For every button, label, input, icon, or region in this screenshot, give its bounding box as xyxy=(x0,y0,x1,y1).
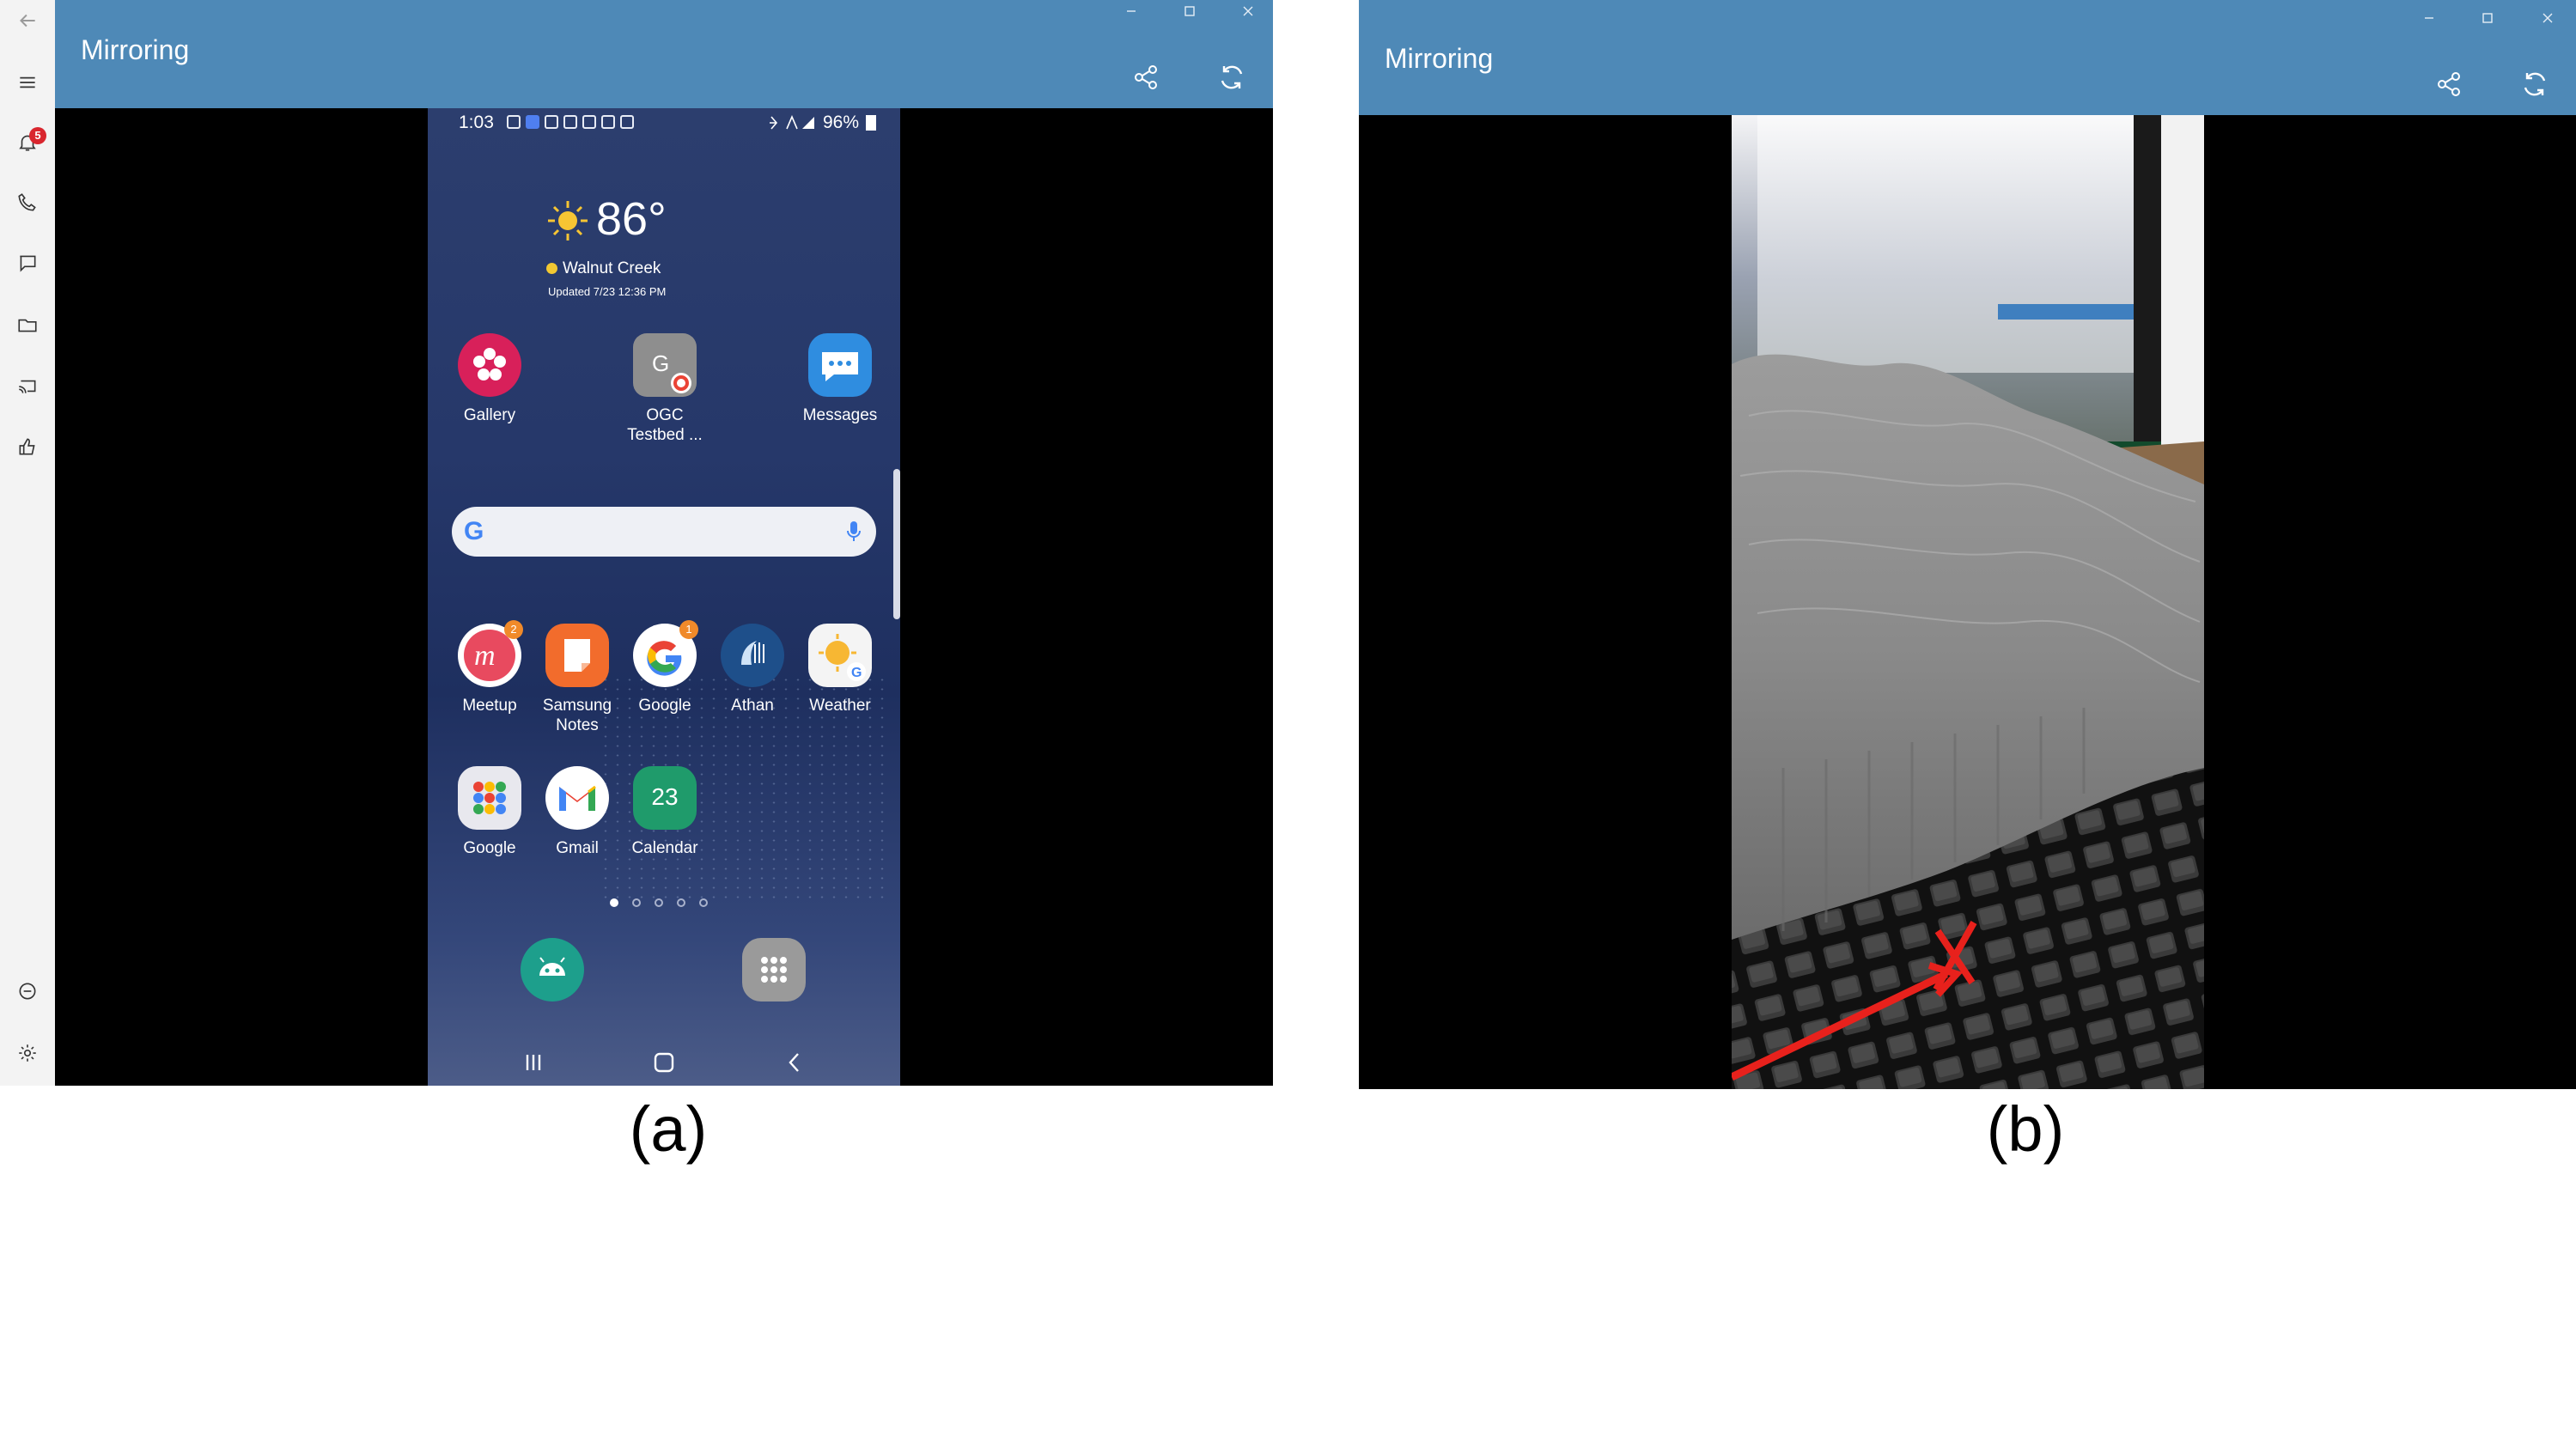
weather-updated: Updated 7/23 12:36 PM xyxy=(548,285,667,298)
athan-icon xyxy=(721,624,784,687)
mirror-viewport: 1:03 96% 86° Walnut Creek Updated 7/23 1… xyxy=(55,108,1273,1086)
status-right: 96% xyxy=(768,113,876,133)
microphone-icon[interactable] xyxy=(845,520,862,544)
signal-icons xyxy=(769,115,814,130)
android-icon[interactable] xyxy=(521,938,584,1002)
gmail-icon xyxy=(545,766,609,830)
messages-app-icon xyxy=(808,333,872,397)
recents-icon[interactable] xyxy=(521,1050,546,1075)
notifications-icon[interactable]: 5 xyxy=(10,125,46,160)
gallery-icon xyxy=(458,333,521,397)
app-label: Gallery xyxy=(463,406,516,424)
status-notification-icons xyxy=(507,115,634,129)
app-google-folder[interactable]: Google xyxy=(445,766,534,858)
mirroring-window-b: Mirroring xyxy=(1359,0,2576,1089)
menu-icon[interactable] xyxy=(10,65,45,100)
window-title: Mirroring xyxy=(81,34,190,65)
app-meetup[interactable]: m 2 Meetup xyxy=(445,620,534,715)
sidebar: 5 xyxy=(0,0,56,1086)
svg-text:m: m xyxy=(474,640,496,672)
notification-badge: 1 xyxy=(679,620,698,639)
weather-temperature: 86° xyxy=(596,193,667,245)
app-google[interactable]: 1 Google xyxy=(620,620,709,715)
phone-screen[interactable]: 1:03 96% 86° Walnut Creek Updated 7/23 1… xyxy=(428,108,900,1086)
minimize-icon[interactable] xyxy=(10,974,45,1008)
app-label: Messages xyxy=(802,406,878,424)
back-nav-icon[interactable] xyxy=(782,1050,807,1075)
calendar-day: 23 xyxy=(651,783,679,810)
close-window-button[interactable] xyxy=(2533,7,2562,29)
title-bar: Mirroring xyxy=(55,0,1273,108)
minimize-window-button[interactable] xyxy=(2415,7,2444,29)
weather-app-icon: G xyxy=(808,624,872,687)
ar-camera-view[interactable] xyxy=(1732,115,2204,1089)
app-ogc-testbed[interactable]: G OGC Testbed ... xyxy=(620,333,709,445)
app-calendar[interactable]: 23 Calendar xyxy=(620,766,709,858)
caption-a: (a) xyxy=(629,1093,708,1165)
app-label: Weather xyxy=(809,697,871,715)
mirroring-icon[interactable] xyxy=(10,369,45,404)
google-folder-icon xyxy=(458,766,521,830)
share-icon[interactable] xyxy=(2433,69,2464,100)
sun-icon xyxy=(548,201,588,240)
close-window-button[interactable] xyxy=(1233,0,1263,22)
mirror-viewport xyxy=(1359,115,2576,1089)
notification-badge: 2 xyxy=(504,620,523,639)
google-icon: 1 xyxy=(633,620,698,687)
app-gallery[interactable]: Gallery xyxy=(445,333,534,425)
mirroring-window-a: 5 Mirroring 1:03 96% 86° Walnut Creek Up… xyxy=(0,0,1273,1086)
app-label: Calendar xyxy=(631,839,698,857)
battery-icon xyxy=(866,115,876,131)
weather-location: Walnut Creek xyxy=(546,259,661,278)
home-icon[interactable] xyxy=(651,1050,677,1075)
app-label: Athan xyxy=(731,697,774,715)
app-label: Google xyxy=(463,839,516,857)
page-indicator[interactable] xyxy=(610,898,708,907)
battery-percent: 96% xyxy=(822,113,859,132)
meetup-icon: m 2 xyxy=(458,620,523,687)
settings-icon[interactable] xyxy=(10,1036,45,1070)
app-label: Gmail xyxy=(556,839,599,857)
maximize-window-button[interactable] xyxy=(2473,7,2502,29)
title-bar: Mirroring xyxy=(1359,0,2576,115)
svg-text:G: G xyxy=(851,666,862,680)
window-title: Mirroring xyxy=(1385,43,1494,74)
feedback-icon[interactable] xyxy=(10,429,45,464)
app-gmail[interactable]: Gmail xyxy=(533,766,622,858)
app-athan[interactable]: Athan xyxy=(708,624,797,715)
samsung-notes-icon xyxy=(545,624,609,687)
google-g-icon: G xyxy=(464,517,484,545)
refresh-icon[interactable] xyxy=(2519,69,2550,100)
app-drawer-icon[interactable] xyxy=(742,938,806,1002)
status-bar: 1:03 96% xyxy=(428,108,900,139)
app-label: Samsung Notes xyxy=(542,697,612,734)
app-label: OGC Testbed ... xyxy=(627,406,703,444)
calendar-icon: 23 xyxy=(633,766,697,830)
app-weather[interactable]: G Weather xyxy=(795,624,885,715)
minimize-window-button[interactable] xyxy=(1117,0,1146,22)
notification-badge: 5 xyxy=(29,127,46,144)
svg-text:G: G xyxy=(652,350,669,376)
scroll-thumb[interactable] xyxy=(893,469,900,619)
calls-icon[interactable] xyxy=(10,186,45,220)
caption-b: (b) xyxy=(1986,1093,2065,1165)
app-samsung-notes[interactable]: Samsung Notes xyxy=(533,624,622,735)
status-time: 1:03 xyxy=(459,113,494,132)
back-icon[interactable] xyxy=(10,3,45,38)
messages-icon[interactable] xyxy=(10,246,45,280)
share-icon[interactable] xyxy=(1130,62,1161,93)
maximize-window-button[interactable] xyxy=(1175,0,1204,22)
app-messages[interactable]: Messages xyxy=(795,333,885,425)
navigation-bar xyxy=(428,1036,900,1086)
app-label: Meetup xyxy=(462,697,517,715)
ogc-testbed-icon: G xyxy=(633,333,697,397)
refresh-icon[interactable] xyxy=(1216,62,1247,93)
files-icon[interactable] xyxy=(10,307,45,342)
google-search-bar[interactable]: G xyxy=(452,507,876,557)
app-label: Google xyxy=(638,697,691,715)
